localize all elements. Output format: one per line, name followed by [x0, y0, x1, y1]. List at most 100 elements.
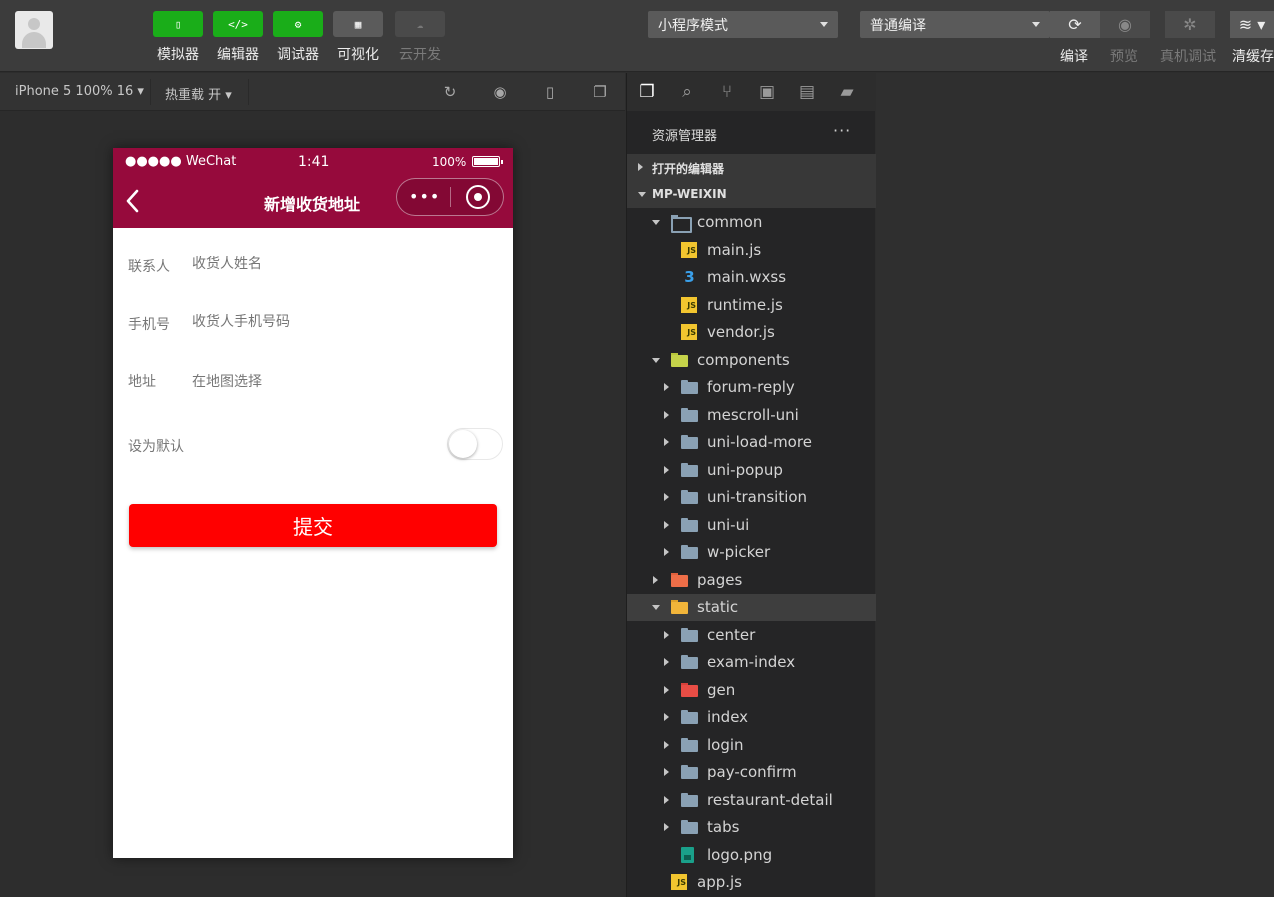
search-icon[interactable]: ⌕: [675, 80, 699, 104]
tree-item[interactable]: uni-popup: [627, 457, 876, 484]
capsule-menu[interactable]: •••: [396, 178, 504, 216]
open-editors-section[interactable]: 打开的编辑器: [627, 154, 876, 181]
extensions-icon[interactable]: ▣: [755, 80, 779, 104]
tree-item[interactable]: w-picker: [627, 539, 876, 566]
chevron-right-icon[interactable]: [664, 823, 669, 831]
tree-item-label: uni-popup: [707, 460, 783, 479]
compile-button[interactable]: ⟳: [1050, 11, 1100, 38]
avatar-head: [28, 18, 40, 30]
tree-item[interactable]: pages: [627, 567, 876, 594]
tree-item[interactable]: index: [627, 704, 876, 731]
tree-item[interactable]: uni-transition: [627, 484, 876, 511]
simulator-button[interactable]: ▯ 模拟器: [153, 11, 203, 64]
tree-item[interactable]: logo.png: [627, 842, 876, 869]
tree-item[interactable]: JS vendor.js: [627, 319, 876, 346]
tree-item[interactable]: uni-ui: [627, 512, 876, 539]
chevron-down-icon[interactable]: [652, 220, 660, 225]
folder-icon: [681, 379, 698, 395]
close-miniprogram-icon[interactable]: [466, 185, 490, 209]
default-switch[interactable]: [447, 428, 503, 460]
tree-item[interactable]: restaurant-detail: [627, 787, 876, 814]
hot-reload-select[interactable]: 热重载 开 ▾: [165, 84, 232, 103]
chevron-down-icon: [1032, 22, 1040, 27]
folder-icon: [681, 627, 698, 643]
chevron-right-icon[interactable]: [664, 713, 669, 721]
editor-button[interactable]: </> 编辑器: [213, 11, 263, 64]
tree-item[interactable]: mescroll-uni: [627, 402, 876, 429]
tree-item[interactable]: forum-reply: [627, 374, 876, 401]
chevron-right-icon[interactable]: [664, 520, 669, 529]
visualize-button[interactable]: ▦ 可视化: [333, 11, 383, 64]
tree-item-label: gen: [707, 680, 736, 699]
folder-icon: [681, 737, 698, 753]
source-control-icon[interactable]: ⑂: [715, 80, 739, 104]
phone-mode-icon[interactable]: ▯: [541, 83, 559, 101]
detach-window-icon[interactable]: ❐: [591, 83, 609, 101]
bug-icon: ✲: [1183, 15, 1197, 34]
chevron-right-icon[interactable]: [664, 768, 669, 776]
clear-cache-button[interactable]: ≋ ▾: [1230, 11, 1274, 38]
tree-item[interactable]: exam-index: [627, 649, 876, 676]
tree-item[interactable]: static: [627, 594, 876, 621]
chevron-right-icon[interactable]: [664, 658, 669, 666]
tree-item-label: uni-ui: [707, 515, 750, 534]
status-time: 1:41: [298, 154, 330, 170]
record-icon[interactable]: ◉: [491, 83, 509, 101]
submit-button[interactable]: 提交: [129, 504, 497, 547]
folder-open-icon: [671, 214, 692, 233]
chevron-right-icon[interactable]: [664, 465, 669, 474]
device-select[interactable]: iPhone 5 100% 16 ▾: [15, 84, 144, 99]
chevron-right-icon[interactable]: [664, 740, 669, 749]
chevron-right-icon[interactable]: [664, 685, 669, 694]
chevron-right-icon[interactable]: [664, 493, 669, 501]
project-section[interactable]: MP-WEIXIN: [627, 181, 876, 208]
chevron-down-icon[interactable]: [652, 357, 660, 363]
editor-area: [876, 73, 1274, 897]
storage-icon[interactable]: ▤: [795, 80, 819, 104]
files-icon[interactable]: ❐: [635, 80, 659, 104]
refresh-icon: ⟳: [1068, 15, 1082, 34]
tree-item[interactable]: login: [627, 732, 876, 759]
real-debug-button[interactable]: ✲: [1165, 11, 1215, 38]
open-editors-label: 打开的编辑器: [652, 162, 725, 176]
tree-item[interactable]: components: [627, 347, 876, 374]
chevron-right-icon[interactable]: [664, 438, 669, 446]
debugger-button[interactable]: ⚙ 调试器: [273, 11, 323, 64]
more-dots-icon[interactable]: •••: [409, 187, 440, 206]
chevron-right-icon[interactable]: [653, 575, 658, 584]
contact-input[interactable]: [192, 256, 472, 272]
phone-input[interactable]: [192, 314, 472, 330]
tree-item[interactable]: JS main.js: [627, 237, 876, 264]
explorer-panel: ❐ ⌕ ⑂ ▣ ▤ ▰ 资源管理器 ··· 打开的编辑器 MP-WEIXIN c…: [626, 73, 876, 897]
tree-item-label: w-picker: [707, 543, 771, 561]
docker-icon[interactable]: ▰: [835, 80, 859, 104]
tree-item[interactable]: uni-load-more: [627, 429, 876, 456]
js-file-icon: JS: [671, 874, 687, 890]
chevron-right-icon[interactable]: [664, 410, 669, 419]
chevron-right-icon[interactable]: [664, 795, 669, 804]
tree-item-label: components: [697, 350, 790, 369]
preview-button[interactable]: ◉: [1100, 11, 1150, 38]
tree-item[interactable]: center: [627, 622, 876, 649]
tree-item[interactable]: pay-confirm: [627, 759, 876, 786]
chevron-right-icon[interactable]: [664, 383, 669, 391]
tree-item-label: forum-reply: [707, 378, 795, 396]
tree-item[interactable]: 3 main.wxss: [627, 264, 876, 291]
tree-item-label: pay-confirm: [707, 763, 797, 781]
tree-item[interactable]: tabs: [627, 814, 876, 841]
chevron-right-icon[interactable]: [664, 548, 669, 556]
user-avatar[interactable]: [15, 11, 53, 49]
more-icon[interactable]: ···: [833, 121, 851, 140]
compile-select[interactable]: 普通编译: [860, 11, 1050, 38]
js-file-icon: JS: [681, 296, 697, 313]
chevron-down-icon[interactable]: [652, 605, 660, 610]
tree-item[interactable]: common: [627, 209, 876, 236]
cloud-dev-button[interactable]: ☁ 云开发: [395, 11, 445, 64]
tree-item[interactable]: gen: [627, 677, 876, 704]
chevron-right-icon[interactable]: [664, 630, 669, 639]
rotate-icon[interactable]: ↻: [441, 83, 459, 101]
mode-select[interactable]: 小程序模式: [648, 11, 838, 38]
tree-item[interactable]: JS runtime.js: [627, 292, 876, 319]
map-select-link[interactable]: 在地图选择: [192, 371, 472, 391]
tree-item[interactable]: JS app.js: [627, 869, 876, 896]
